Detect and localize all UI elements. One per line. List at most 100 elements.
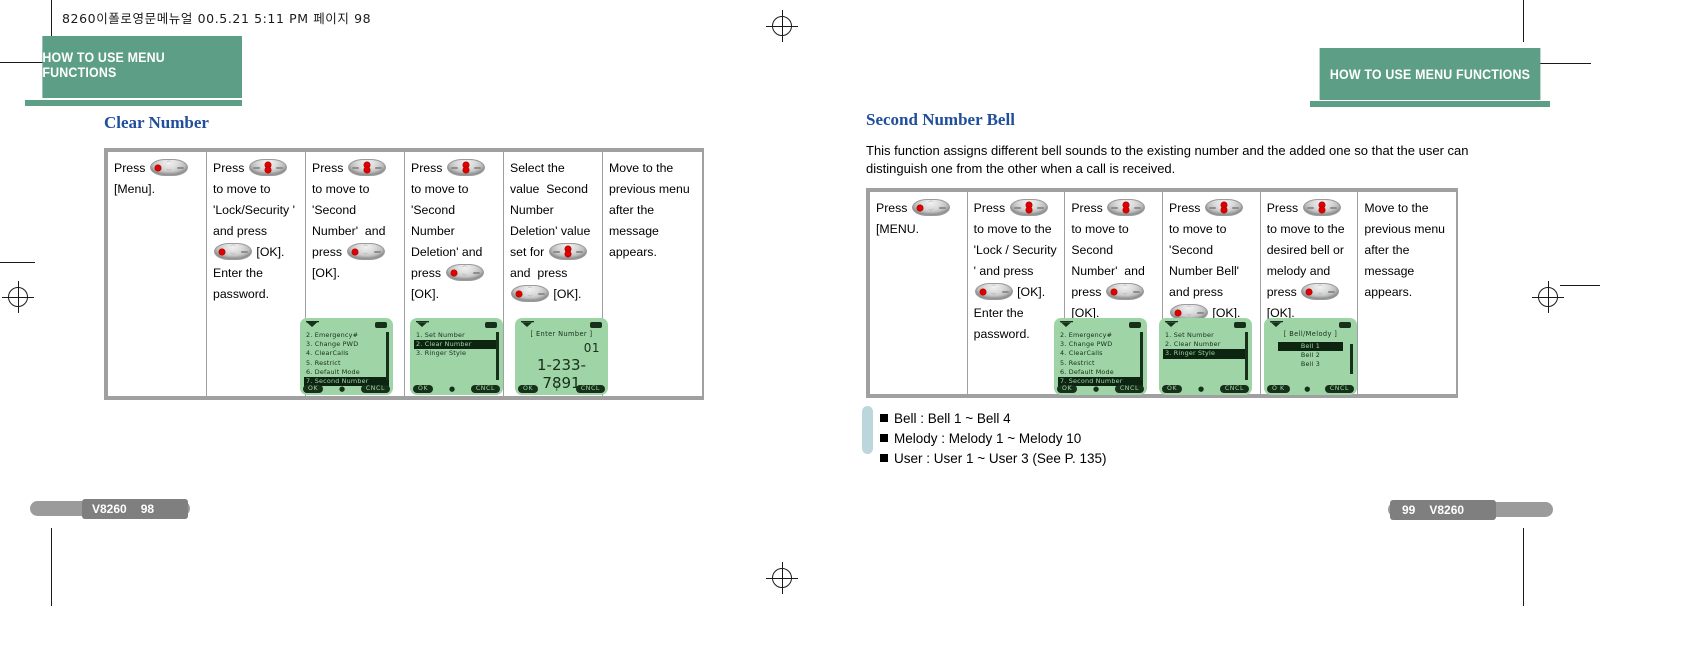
step-cell-2: Press to move to the 'Lock / Security ' …: [968, 192, 1066, 394]
lcd-status-bar: [414, 321, 499, 331]
lcd-softkey-bar: OK ● CNCL: [1054, 383, 1147, 394]
lcd-menu-list: Bell 1 Bell 2 Bell 3: [1268, 342, 1353, 370]
bullet-square-icon: [880, 454, 888, 462]
chapter-banner-left-text: HOW TO USE MENU FUNCTIONS: [42, 50, 165, 80]
nav-key-ok-icon: ︿ ﹀: [1301, 283, 1340, 300]
footer-model-left: V8260: [92, 502, 127, 516]
registration-mark-right: [1532, 281, 1564, 313]
footer-bar-right: [1388, 502, 1553, 517]
softkey-ok: OK: [413, 384, 434, 393]
softkey-ok: OK: [1057, 384, 1078, 393]
crop-mark-right-edge-horizontal: [1560, 285, 1600, 286]
softkey-ok: OK: [518, 384, 539, 393]
steps-table-right: Press ︿ ﹀ [MENU. Press to move to the 'Lo…: [866, 188, 1458, 398]
lcd-menu-list: 2. Emergency# 3. Change PWD 4. ClearCall…: [1058, 331, 1143, 387]
note-text: Bell : Bell 1 ~ Bell 4: [894, 411, 1011, 426]
battery-icon: [590, 322, 602, 328]
lcd-security-menu-left: 2. Emergency# 3. Change PWD 4. ClearCall…: [300, 318, 393, 395]
softkey-mid-label: f: [555, 384, 559, 393]
list-item: 3. Change PWD: [306, 340, 359, 349]
softkey-ok: O K: [1267, 384, 1290, 393]
left-page: HOW TO USE MENU FUNCTIONS Clear Number P…: [0, 0, 852, 654]
battery-icon: [485, 322, 497, 328]
list-item: 5. Restrict: [306, 358, 341, 367]
list-item: 2. Emergency#: [1060, 331, 1113, 339]
softkey-ok: OK: [303, 384, 324, 393]
battery-icon: [1234, 322, 1246, 328]
lcd-second-number-menu-right: 1. Set Number 2. Clear Number 3. Ringer …: [1159, 318, 1252, 395]
step-cell-4: Press to move to 'Second Number Bell' an…: [1163, 192, 1261, 394]
notes-list: Bell : Bell 1 ~ Bell 4 Melody : Melody 1…: [880, 409, 1106, 469]
note-text: User : User 1 ~ User 3 (See P. 135): [894, 451, 1107, 466]
nav-key-updown-icon: [1009, 199, 1048, 216]
lcd-menu-list: 1. Set Number 2. Clear Number 3. Ringer …: [414, 331, 499, 359]
footer-tab-right: 99 V8260: [1390, 500, 1496, 520]
chapter-banner-left-underline: [25, 100, 242, 106]
softkey-mid-icon: ●: [1092, 384, 1100, 393]
softkey-cancel: CNCL: [575, 384, 605, 393]
nav-key-updown-icon: [1302, 199, 1341, 216]
signal-icon: [521, 321, 534, 327]
softkey-cancel: CNCL: [1324, 384, 1354, 393]
lcd-status-bar: [1268, 321, 1353, 331]
lcd-scrollbar: [496, 332, 499, 380]
lcd-screen-title: [ Enter Number ]: [530, 330, 593, 338]
lcd-softkey-bar: OK ● CNCL: [410, 383, 503, 394]
lcd-menu-list: 2. Emergency# 3. Change PWD 4. ClearCall…: [304, 331, 389, 387]
list-item-selected: 7. Second Number: [1058, 376, 1143, 387]
footer-model-right: V8260: [1429, 503, 1465, 517]
nav-key-updown-icon: [1204, 199, 1243, 216]
lcd-screen-title: [ Bell/Melody ]: [1283, 330, 1338, 338]
list-item: 6. Default Mode: [306, 367, 360, 376]
steps-table-left: Press ︿ ﹀ [Menu]. Press to move to 'Lock/…: [104, 148, 704, 400]
signal-icon: [306, 321, 319, 327]
notes-accent-bar: [862, 406, 873, 454]
signal-icon: [416, 321, 429, 327]
list-item: 1. Set Number: [1165, 331, 1214, 339]
lcd-second-number-menu-left: 1. Set Number 2. Clear Number 3. Ringer …: [410, 318, 503, 395]
step-cell-1: Press ︿ ﹀ [MENU.: [870, 192, 968, 394]
lcd-status-bar: [519, 321, 604, 331]
crop-mark-top-right-vertical: [1523, 0, 1524, 42]
softkey-mid-icon: ●: [1304, 384, 1311, 393]
softkey-mid-icon: ●: [338, 384, 346, 393]
chapter-banner-right-text: HOW TO USE MENU FUNCTIONS: [1329, 66, 1531, 82]
step-cell-2: Press to move to 'Lock/Security ' and pr…: [207, 152, 306, 396]
lcd-enter-number-left: [ Enter Number ] 01 1-233-7891 OK f CNCL: [515, 318, 608, 395]
note-item: Bell : Bell 1 ~ Bell 4: [880, 409, 1106, 429]
softkey-cancel: CNCL: [1219, 384, 1249, 393]
list-item: 2. Clear Number: [1165, 340, 1221, 349]
softkey-mid-icon: ●: [1197, 384, 1205, 393]
list-item: 2. Emergency#: [306, 331, 359, 339]
footer-page-number-left: 98: [140, 502, 155, 516]
step-cell-6: Move to the previous menu after the mess…: [1364, 201, 1446, 299]
softkey-mid-icon: ●: [448, 384, 456, 393]
chapter-banner-left: HOW TO USE MENU FUNCTIONS: [42, 36, 242, 98]
battery-icon: [1339, 322, 1351, 328]
page-title-right: Second Number Bell: [866, 110, 1015, 129]
softkey-cancel: CNCL: [360, 384, 390, 393]
crop-mark-right-horizontal: [1531, 63, 1591, 64]
step-cell-3: Press to move to Second Number' and pres…: [1065, 192, 1164, 394]
nav-key-updown-icon: [347, 159, 386, 176]
step-cell-6: Move to the previous menu after the mess…: [609, 161, 690, 259]
note-item: Melody : Melody 1 ~ Melody 10: [880, 429, 1106, 449]
nav-key-updown-icon: [1107, 199, 1146, 216]
list-item: 3. Ringer Style: [416, 349, 467, 358]
lcd-scrollbar: [1350, 344, 1353, 374]
chapter-banner-right-underline: [1310, 101, 1550, 107]
nav-key-ok-icon: ︿ ﹀: [346, 243, 385, 260]
step-cell-1: Press ︿ ﹀ [Menu].: [108, 152, 207, 396]
list-item-selected: 2. Clear Number: [414, 340, 499, 350]
softkey-cancel: CNCL: [1114, 384, 1144, 393]
battery-icon: [375, 322, 387, 328]
list-item: Bell 3: [1300, 360, 1321, 369]
lcd-value-small: 01: [583, 341, 600, 355]
page-title-left: Clear Number: [104, 113, 209, 132]
nav-key-updown-icon: [248, 159, 287, 176]
lcd-scrollbar: [1245, 332, 1248, 380]
list-item-selected: 3. Ringer Style: [1163, 349, 1248, 359]
nav-key-ok-icon: ︿ ﹀: [974, 283, 1013, 300]
lcd-menu-list: 1. Set Number 2. Clear Number 3. Ringer …: [1163, 331, 1248, 359]
nav-key-ok-icon: ︿ ﹀: [911, 199, 950, 216]
